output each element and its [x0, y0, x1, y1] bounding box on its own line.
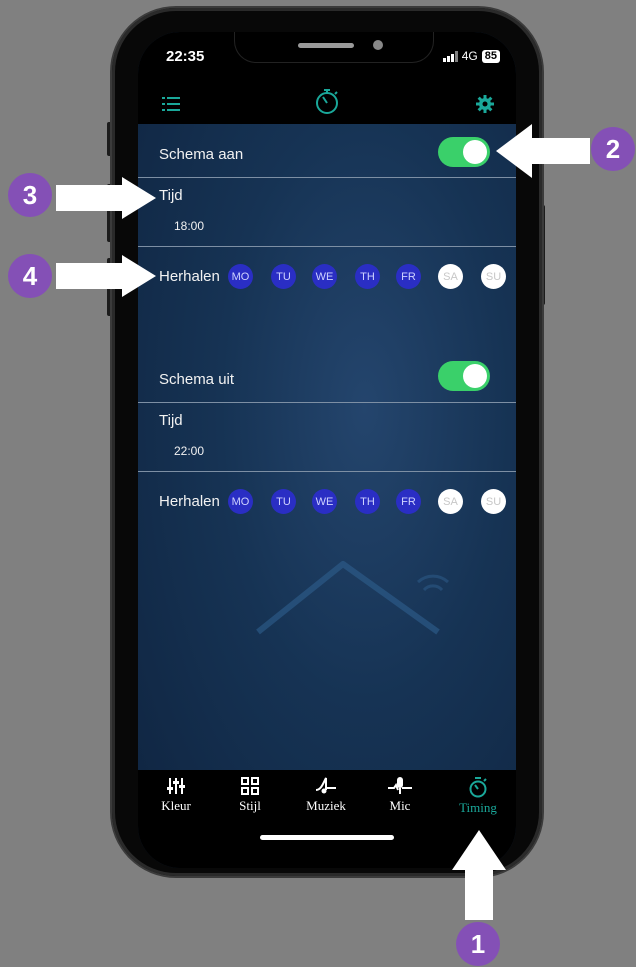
day-tu[interactable]: TU [271, 489, 296, 514]
network-type: 4G [461, 49, 478, 63]
divider [138, 471, 516, 472]
schedule-on-repeat-label: Herhalen [159, 268, 220, 285]
arrow-left-icon [496, 124, 590, 178]
schedule-on-time-value[interactable]: 18:00 [174, 219, 204, 233]
tab-label: Kleur [161, 798, 191, 813]
day-we[interactable]: WE [312, 264, 337, 289]
day-su[interactable]: SU [481, 264, 506, 289]
arrow-right-icon [56, 177, 156, 219]
annotation-badge-1: 1 [456, 922, 500, 966]
tab-label: Timing [459, 800, 497, 815]
schedule-off-time-label: Tijd [159, 412, 183, 429]
sliders-icon [167, 778, 185, 794]
stopwatch-icon [314, 86, 340, 121]
app-bar [138, 88, 516, 124]
day-we[interactable]: WE [312, 489, 337, 514]
arrow-right-icon [56, 255, 156, 297]
day-mo[interactable]: MO [228, 264, 253, 289]
tab-label: Muziek [306, 798, 346, 813]
annotation-badge-3: 3 [8, 173, 52, 217]
home-indicator[interactable] [260, 835, 394, 840]
status-time: 22:35 [166, 48, 205, 65]
front-camera [373, 40, 383, 50]
tab-label: Mic [389, 798, 411, 813]
divider [138, 177, 516, 178]
tab-muziek[interactable]: Muziek [296, 776, 356, 814]
toggle-knob [463, 364, 487, 388]
schedule-off-repeat-label: Herhalen [159, 493, 220, 510]
speaker [298, 43, 354, 48]
schedule-off-toggle[interactable] [438, 361, 490, 391]
day-th[interactable]: TH [355, 489, 380, 514]
status-indicators: 4G 85 [442, 49, 500, 63]
schedule-off-title: Schema uit [159, 371, 235, 388]
schedule-on-title: Schema aan [159, 146, 244, 163]
grid-icon [241, 777, 259, 795]
annotation-badge-2: 2 [591, 127, 635, 171]
app-screen: 22:35 4G 85 Schema aan Tijd 18:00 Herhal… [138, 32, 516, 868]
schedule-on-time-label: Tijd [159, 187, 183, 204]
divider [138, 246, 516, 247]
tab-timing[interactable]: Timing [448, 776, 508, 816]
day-fr[interactable]: FR [396, 264, 421, 289]
schedule-off-time-value[interactable]: 22:00 [174, 444, 204, 458]
battery-level: 85 [481, 49, 500, 63]
toggle-knob [463, 140, 487, 164]
day-sa[interactable]: SA [438, 264, 463, 289]
schedule-on-toggle[interactable] [438, 137, 490, 167]
day-mo[interactable]: MO [228, 489, 253, 514]
day-tu[interactable]: TU [271, 264, 296, 289]
music-icon [315, 777, 336, 794]
signal-icon [442, 50, 458, 62]
tab-stijl[interactable]: Stijl [220, 776, 280, 814]
list-menu-icon[interactable] [162, 96, 180, 117]
day-th[interactable]: TH [355, 264, 380, 289]
annotation-badge-4: 4 [8, 254, 52, 298]
status-bar: 22:35 4G 85 [138, 32, 516, 88]
gear-icon[interactable] [476, 95, 494, 118]
divider [138, 402, 516, 403]
tab-mic[interactable]: Mic [370, 776, 430, 814]
timer-icon [469, 777, 487, 798]
house-wifi-decoration [256, 561, 450, 635]
mic-icon [388, 777, 412, 794]
day-sa[interactable]: SA [438, 489, 463, 514]
tab-kleur[interactable]: Kleur [146, 776, 206, 814]
day-fr[interactable]: FR [396, 489, 421, 514]
day-su[interactable]: SU [481, 489, 506, 514]
arrow-up-icon [452, 830, 506, 920]
tab-label: Stijl [239, 798, 261, 813]
